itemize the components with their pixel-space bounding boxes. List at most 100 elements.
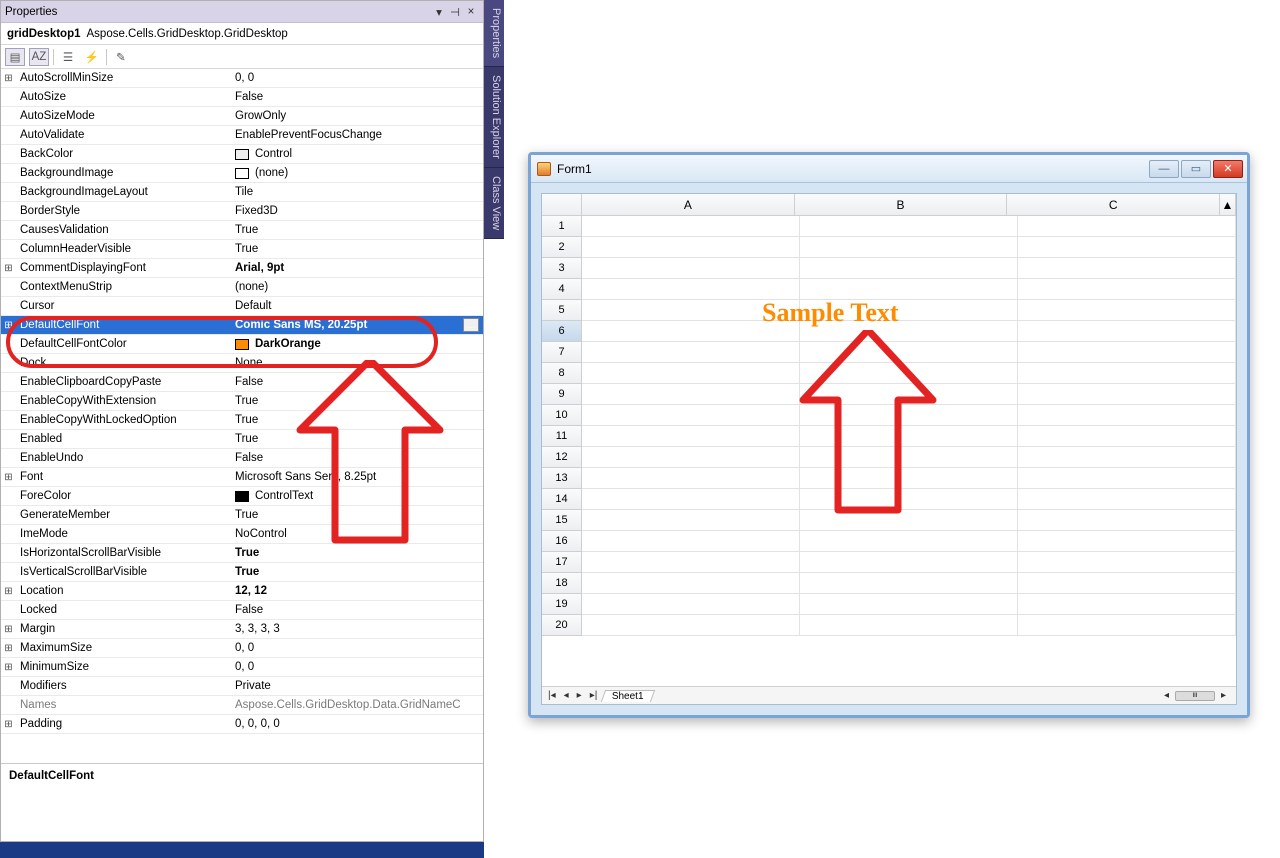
scroll-left-button[interactable]: ◂ [1162, 690, 1171, 701]
expand-icon[interactable]: ⊞ [1, 643, 16, 654]
expand-icon[interactable]: ⊞ [1, 320, 16, 331]
grid-desktop[interactable]: A B C ▲ Sample Text 12345678910111213141… [541, 193, 1237, 705]
property-row[interactable]: ⊞Padding0, 0, 0, 0 [1, 715, 483, 734]
grid-cell[interactable] [800, 552, 1018, 573]
property-value[interactable]: 12, 12 [231, 585, 463, 597]
grid-cell[interactable] [1018, 342, 1236, 363]
row-header[interactable]: 15 [542, 510, 582, 531]
property-value[interactable]: Fixed3D [231, 205, 463, 217]
property-value[interactable]: 0, 0 [231, 661, 463, 673]
row-header[interactable]: 17 [542, 552, 582, 573]
first-sheet-button[interactable]: |◂ [546, 690, 558, 701]
property-row[interactable]: BackgroundImageLayoutTile [1, 183, 483, 202]
property-value[interactable]: True [231, 243, 463, 255]
maximize-button[interactable]: ▭ [1181, 160, 1211, 178]
grid-cell[interactable] [1018, 468, 1236, 489]
grid-cell[interactable] [582, 300, 800, 321]
grid-cell[interactable] [1018, 426, 1236, 447]
close-button[interactable]: ✕ [1213, 160, 1243, 178]
row-header[interactable]: 14 [542, 489, 582, 510]
property-row[interactable]: LockedFalse [1, 601, 483, 620]
grid-cell[interactable] [582, 468, 800, 489]
grid-cell[interactable] [1018, 531, 1236, 552]
ellipsis-button[interactable]: ... [463, 318, 479, 332]
grid-cell[interactable] [1018, 300, 1236, 321]
row-header[interactable]: 1 [542, 216, 582, 237]
grid-cell[interactable] [1018, 573, 1236, 594]
property-value[interactable]: False [231, 376, 463, 388]
grid-cell[interactable] [1018, 279, 1236, 300]
property-value[interactable]: Aspose.Cells.GridDesktop.Data.GridNameC [231, 699, 463, 711]
property-value[interactable]: Tile [231, 186, 463, 198]
row-header[interactable]: 8 [542, 363, 582, 384]
grid-cell[interactable] [1018, 510, 1236, 531]
property-row[interactable]: IsHorizontalScrollBarVisibleTrue [1, 544, 483, 563]
property-value[interactable]: Comic Sans MS, 20.25pt [231, 319, 463, 331]
property-row[interactable]: EnableUndoFalse [1, 449, 483, 468]
property-value[interactable]: False [231, 604, 463, 616]
property-value[interactable]: EnablePreventFocusChange [231, 129, 463, 141]
grid-cell[interactable] [800, 384, 1018, 405]
column-header-a[interactable]: A [582, 194, 795, 216]
property-grid[interactable]: ⊞AutoScrollMinSize0, 0AutoSizeFalseAutoS… [1, 69, 483, 763]
grid-cell[interactable] [582, 426, 800, 447]
grid-cell[interactable] [582, 384, 800, 405]
scroll-thumb[interactable]: III [1175, 691, 1215, 701]
property-row[interactable]: AutoValidateEnablePreventFocusChange [1, 126, 483, 145]
property-value[interactable]: True [231, 414, 463, 426]
row-header[interactable]: 9 [542, 384, 582, 405]
row-header[interactable]: 12 [542, 447, 582, 468]
grid-cell[interactable] [582, 405, 800, 426]
property-row[interactable]: AutoSizeFalse [1, 88, 483, 107]
property-value[interactable]: True [231, 395, 463, 407]
property-row[interactable]: EnableCopyWithLockedOptionTrue [1, 411, 483, 430]
property-row[interactable]: CausesValidationTrue [1, 221, 483, 240]
property-value[interactable]: 0, 0 [231, 72, 463, 84]
property-row[interactable]: ColumnHeaderVisibleTrue [1, 240, 483, 259]
grid-cell[interactable] [582, 363, 800, 384]
row-header[interactable]: 6 [542, 321, 582, 342]
categorized-button[interactable]: ▤ [5, 48, 25, 66]
grid-cell[interactable] [800, 426, 1018, 447]
property-value[interactable]: Private [231, 680, 463, 692]
grid-cell[interactable] [582, 279, 800, 300]
grid-cell[interactable] [1018, 321, 1236, 342]
grid-cell[interactable] [800, 447, 1018, 468]
events-button[interactable]: ⚡ [82, 48, 102, 66]
expand-icon[interactable]: ⊞ [1, 586, 16, 597]
horizontal-scrollbar[interactable]: ◂ III ▸ [657, 690, 1232, 701]
row-header[interactable]: 18 [542, 573, 582, 594]
property-row[interactable]: BackgroundImage(none) [1, 164, 483, 183]
property-row[interactable]: ImeModeNoControl [1, 525, 483, 544]
grid-cell[interactable] [582, 510, 800, 531]
property-value[interactable]: NoControl [231, 528, 463, 540]
autohide-pin-icon[interactable]: ⊣ [447, 5, 463, 19]
grid-cell[interactable] [800, 237, 1018, 258]
row-header[interactable]: 20 [542, 615, 582, 636]
corner-header[interactable] [542, 194, 582, 216]
row-header[interactable]: 10 [542, 405, 582, 426]
property-row[interactable]: ⊞MaximumSize0, 0 [1, 639, 483, 658]
grid-cell[interactable] [800, 258, 1018, 279]
property-row[interactable]: BorderStyleFixed3D [1, 202, 483, 221]
property-value[interactable]: GrowOnly [231, 110, 463, 122]
property-row[interactable]: EnableCopyWithExtensionTrue [1, 392, 483, 411]
grid-cell[interactable] [1018, 216, 1236, 237]
property-row[interactable]: DefaultCellFontColorDarkOrange [1, 335, 483, 354]
grid-cell[interactable] [1018, 384, 1236, 405]
grid-cell[interactable] [1018, 363, 1236, 384]
row-header[interactable]: 13 [542, 468, 582, 489]
minimize-button[interactable]: — [1149, 160, 1179, 178]
grid-cell[interactable] [800, 594, 1018, 615]
property-row[interactable]: ⊞AutoScrollMinSize0, 0 [1, 69, 483, 88]
panel-dropdown-icon[interactable]: ▾ [431, 5, 447, 19]
grid-cell[interactable] [582, 573, 800, 594]
expand-icon[interactable]: ⊞ [1, 73, 16, 84]
property-value[interactable]: True [231, 509, 463, 521]
property-row[interactable]: AutoSizeModeGrowOnly [1, 107, 483, 126]
grid-cell[interactable] [582, 489, 800, 510]
property-row[interactable]: GenerateMemberTrue [1, 506, 483, 525]
property-value[interactable]: True [231, 566, 463, 578]
last-sheet-button[interactable]: ▸| [588, 690, 600, 701]
grid-cell[interactable] [1018, 237, 1236, 258]
